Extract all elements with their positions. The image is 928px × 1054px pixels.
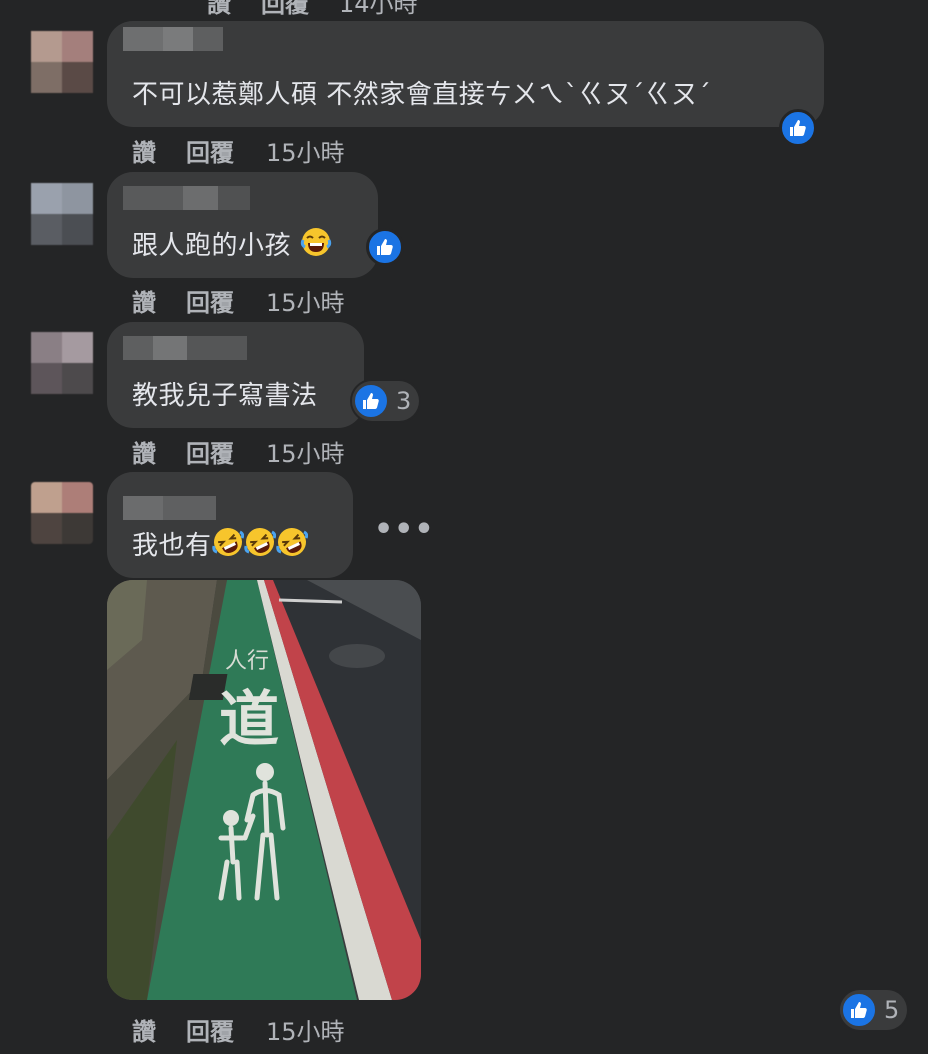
comment-bubble: 不可以惹鄭人碩 不然家會直接ㄘㄨㄟˋㄍㄡˊㄍㄡˊ xyxy=(107,21,824,127)
more-options-button[interactable]: ••• xyxy=(374,512,435,547)
previous-comment-actions: 讚 回覆 14小時 xyxy=(207,0,418,19)
timestamp[interactable]: 15小時 xyxy=(266,283,345,318)
comment-photo-attachment[interactable]: 人行 道 xyxy=(107,580,421,1000)
timestamp[interactable]: 15小時 xyxy=(266,434,345,469)
like-reaction-badge[interactable] xyxy=(366,228,404,266)
comment-text: 跟人跑的小孩 xyxy=(132,225,332,262)
like-action[interactable]: 讚 xyxy=(132,133,156,168)
reply-action[interactable]: 回覆 xyxy=(186,283,234,318)
sidewalk-photo-image: 人行 道 xyxy=(107,580,421,1000)
blurred-username[interactable] xyxy=(123,27,223,51)
tears-of-joy-emoji-icon xyxy=(300,228,331,256)
avatar[interactable] xyxy=(31,183,93,245)
timestamp[interactable]: 14小時 xyxy=(339,0,418,19)
thumbs-up-icon xyxy=(851,1002,867,1018)
timestamp[interactable]: 15小時 xyxy=(266,133,345,168)
reaction-summary[interactable]: 3 xyxy=(352,381,420,421)
thumbs-up-icon xyxy=(377,239,393,255)
thumbs-up-icon xyxy=(363,393,379,409)
comment-text: 不可以惹鄭人碩 不然家會直接ㄘㄨㄟˋㄍㄡˊㄍㄡˊ xyxy=(132,80,712,110)
reply-action[interactable]: 回覆 xyxy=(186,133,234,168)
avatar[interactable] xyxy=(31,31,93,93)
thumbs-up-icon xyxy=(790,120,806,136)
comment-text: 教我兒子寫書法 xyxy=(132,381,318,411)
blurred-username[interactable] xyxy=(123,186,250,210)
blurred-username[interactable] xyxy=(123,496,216,520)
rolling-on-floor-laughing-emoji-icon xyxy=(211,528,244,556)
comment-bubble: 我也有 xyxy=(107,472,353,578)
like-action[interactable]: 讚 xyxy=(132,1012,156,1047)
comment-text: 我也有 xyxy=(132,525,308,562)
reply-action[interactable]: 回覆 xyxy=(261,0,309,19)
blurred-username[interactable] xyxy=(123,336,247,360)
like-action[interactable]: 讚 xyxy=(132,283,156,318)
comment-actions: 讚 回覆 15小時 xyxy=(132,434,345,469)
reply-action[interactable]: 回覆 xyxy=(186,1012,234,1047)
avatar[interactable] xyxy=(31,482,93,544)
like-action[interactable]: 讚 xyxy=(132,434,156,469)
comment-actions: 讚 回覆 15小時 xyxy=(132,133,345,168)
avatar[interactable] xyxy=(31,332,93,394)
painted-text-renxing: 人行 xyxy=(225,649,269,674)
painted-text-dao: 道 xyxy=(219,685,279,755)
comment-actions: 讚 回覆 15小時 xyxy=(132,1012,345,1047)
rolling-on-floor-laughing-emoji-icon xyxy=(275,528,308,556)
comment-actions: 讚 回覆 15小時 xyxy=(132,283,345,318)
comment-bubble: 跟人跑的小孩 xyxy=(107,172,378,278)
reaction-count: 5 xyxy=(884,996,900,1024)
comment-bubble: 教我兒子寫書法 xyxy=(107,322,364,428)
reaction-count: 3 xyxy=(396,387,412,415)
like-reaction-badge[interactable] xyxy=(779,109,817,147)
rolling-on-floor-laughing-emoji-icon xyxy=(243,528,276,556)
like-reaction-badge xyxy=(352,382,390,420)
reply-action[interactable]: 回覆 xyxy=(186,434,234,469)
like-reaction-badge xyxy=(840,991,878,1029)
timestamp[interactable]: 15小時 xyxy=(266,1012,345,1047)
like-action[interactable]: 讚 xyxy=(207,0,231,19)
reaction-summary[interactable]: 5 xyxy=(840,990,908,1030)
